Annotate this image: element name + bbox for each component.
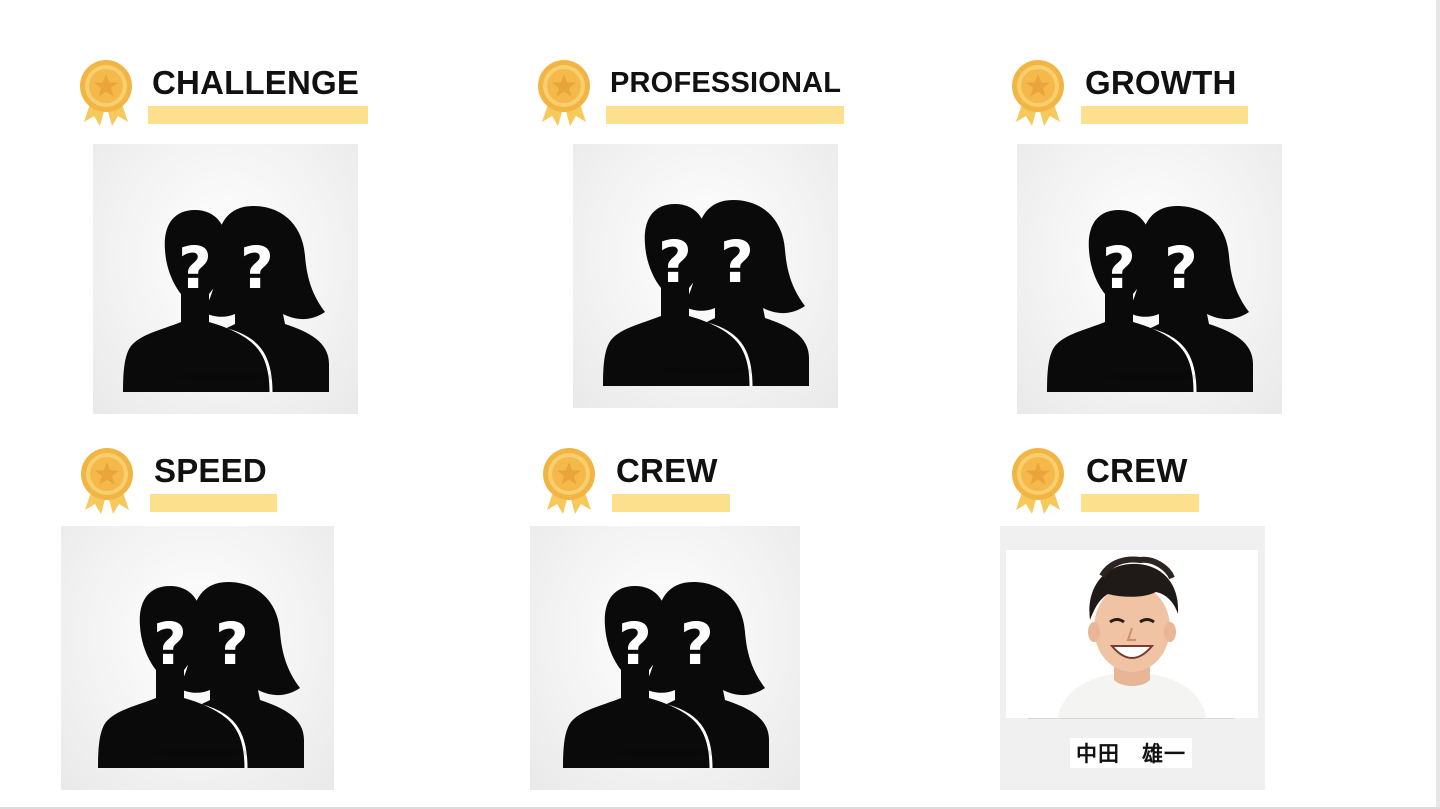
title-underline [150, 494, 277, 512]
unknown-people-silhouette-icon [1047, 204, 1253, 392]
nominee-placeholder-card [573, 144, 838, 408]
unknown-people-silhouette-icon [563, 580, 769, 768]
award-medal-icon [1012, 448, 1064, 514]
page-edge [1436, 0, 1440, 809]
nominee-placeholder-card [61, 526, 334, 790]
nominee-placeholder-card [530, 526, 800, 790]
title-underline [612, 494, 730, 512]
unknown-people-silhouette-icon [123, 204, 329, 392]
title-underline [148, 106, 368, 124]
award-medal-icon [81, 448, 133, 514]
award-medal-icon [1012, 60, 1064, 126]
award-title: CREW [616, 452, 718, 489]
photo-divider [1028, 718, 1234, 719]
award-title: GROWTH [1085, 64, 1237, 101]
award-medal-icon [543, 448, 595, 514]
unknown-people-silhouette-icon [603, 198, 809, 386]
winner-photo [1006, 550, 1258, 718]
award-title: PROFESSIONAL [610, 67, 842, 99]
award-medal-icon [80, 60, 132, 126]
nominee-placeholder-card [93, 144, 358, 414]
award-medal-icon [538, 60, 590, 126]
title-underline [1081, 494, 1199, 512]
award-title: CHALLENGE [152, 64, 360, 101]
title-underline [606, 106, 844, 124]
award-title: CREW [1086, 452, 1188, 489]
nominee-placeholder-card [1017, 144, 1282, 414]
award-title: SPEED [154, 452, 267, 489]
title-underline [1081, 106, 1248, 124]
winner-name: 中田 雄一 [1070, 738, 1192, 768]
unknown-people-silhouette-icon [98, 580, 304, 768]
